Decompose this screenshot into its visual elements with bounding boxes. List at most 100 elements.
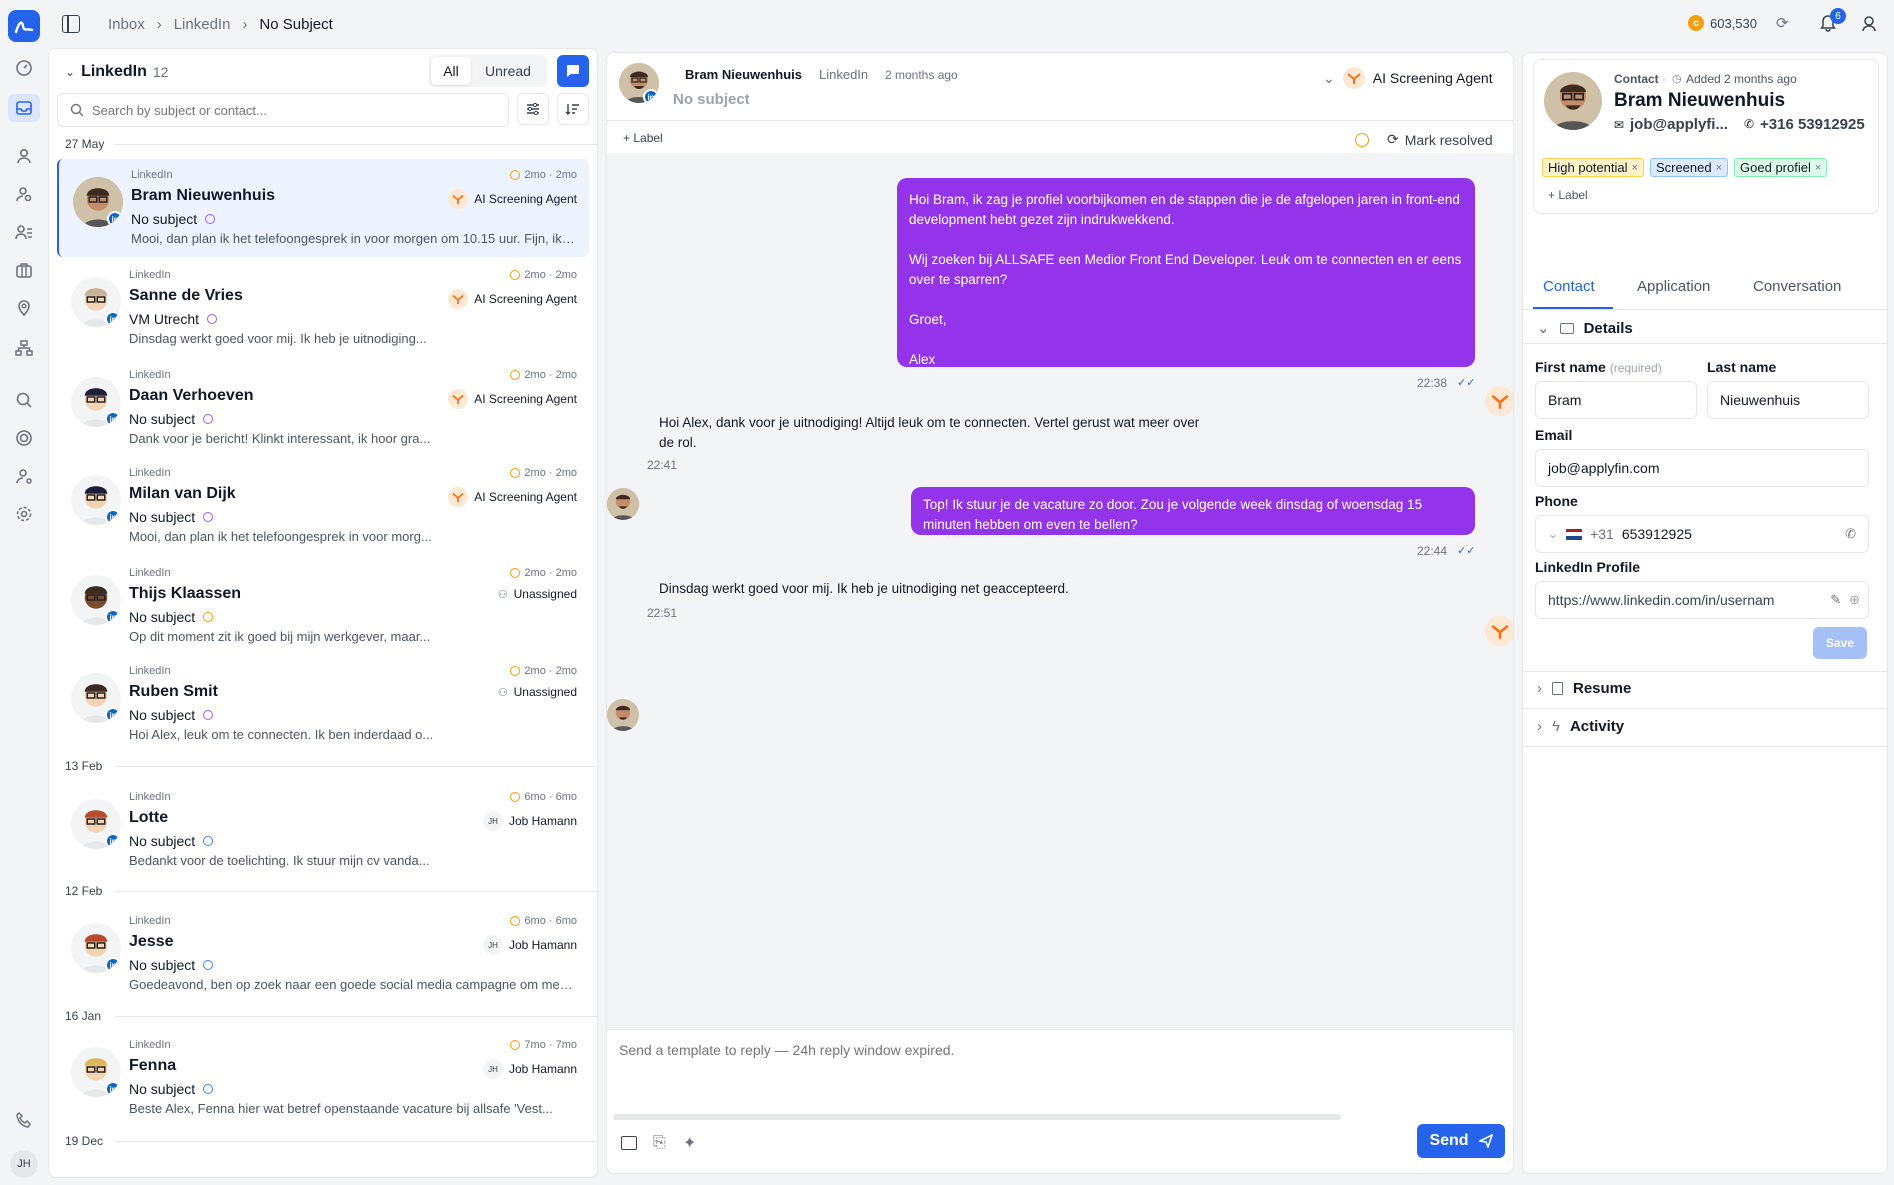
agent-selector[interactable]: ⌄ AI Screening Agent <box>1323 67 1493 89</box>
top-bar: Inbox › LinkedIn › No Subject c 603,530 … <box>48 0 1894 48</box>
contact-tag[interactable]: Goed profiel × <box>1734 158 1828 177</box>
contact-icon[interactable] <box>12 144 36 168</box>
chevron-down-icon[interactable]: ⌄ <box>65 65 75 79</box>
phone-icon[interactable] <box>12 1108 36 1132</box>
list-title: LinkedIn <box>81 63 147 80</box>
send-button[interactable]: Send <box>1417 1124 1505 1158</box>
divider <box>1523 746 1887 747</box>
contact-phone-short[interactable]: +316 53912925 <box>1760 116 1865 133</box>
briefcase-icon[interactable] <box>12 258 36 282</box>
details-title: Details <box>1583 319 1633 337</box>
chevron-down-icon[interactable]: ⌄ <box>1548 527 1558 541</box>
call-icon[interactable]: ✆ <box>1845 526 1856 542</box>
add-label-button[interactable]: + Label <box>623 131 663 145</box>
resume-section-header[interactable]: › Resume <box>1537 680 1631 697</box>
linkedin-icon: in <box>105 509 121 525</box>
conversation-item[interactable]: in LinkedIn Fenna No subject Beste Alex,… <box>57 1029 589 1127</box>
attachment-icon[interactable]: ⎘ <box>653 1134 666 1152</box>
last-name-field[interactable]: Nieuwenhuis <box>1707 381 1869 419</box>
conversation-subject-text: No subject <box>129 411 196 427</box>
conversation-item[interactable]: in LinkedIn Jesse No subject Goedeavond,… <box>57 905 589 1003</box>
tab-contact[interactable]: Contact <box>1543 278 1595 295</box>
app-logo[interactable] <box>8 10 40 42</box>
save-button[interactable]: Save <box>1813 627 1867 659</box>
email-field[interactable]: job@applyfin.com <box>1535 449 1869 487</box>
mark-resolved-button[interactable]: ⟳ Mark resolved <box>1387 131 1493 148</box>
filter-unread-tab[interactable]: Unread <box>471 63 545 79</box>
reply-input[interactable] <box>619 1042 1499 1102</box>
user-settings-icon[interactable] <box>12 464 36 488</box>
notification-badge: 6 <box>1830 8 1846 24</box>
filter-settings-button[interactable] <box>517 93 549 125</box>
tag-row: High potential × Screened × Goed profiel × <box>1542 158 1828 177</box>
edit-icon[interactable]: ✎ <box>1830 592 1841 608</box>
tab-conversation[interactable]: Conversation <box>1753 278 1841 295</box>
contact-tag[interactable]: High potential × <box>1542 158 1644 177</box>
divider <box>1523 708 1887 709</box>
conversation-item[interactable]: in LinkedIn Milan van Dijk No subject Mo… <box>57 457 589 555</box>
sort-button[interactable] <box>557 93 589 125</box>
first-name-field[interactable]: Bram <box>1535 381 1697 419</box>
conversation-time: 2mo · 2mo <box>510 169 577 181</box>
agent-name: AI Screening Agent <box>1372 70 1493 86</box>
globe-icon[interactable]: ⊕ <box>1849 592 1860 608</box>
assignee-name: Unassigned <box>513 587 577 601</box>
tab-application[interactable]: Application <box>1637 278 1710 295</box>
details-section-header[interactable]: ⌄ Details <box>1537 319 1633 338</box>
support-agent-icon[interactable] <box>1860 14 1878 35</box>
org-chart-icon[interactable] <box>12 336 36 360</box>
user-avatar[interactable]: JH <box>10 1150 38 1178</box>
bell-icon[interactable]: 6 <box>1818 8 1846 35</box>
contact-email-short[interactable]: job@applyfi... <box>1630 116 1728 133</box>
conversation-item[interactable]: in LinkedIn Thijs Klaassen No subject Op… <box>57 557 589 655</box>
message-time: 22:41 <box>647 458 678 472</box>
conversation-subject: No subject <box>129 411 214 427</box>
filter-all-tab[interactable]: All <box>431 57 471 85</box>
breadcrumb-linkedin[interactable]: LinkedIn <box>174 16 231 33</box>
contact-tag[interactable]: Screened × <box>1649 158 1729 177</box>
refresh-icon[interactable]: ⟳ <box>1776 14 1789 32</box>
close-icon[interactable]: × <box>1632 162 1638 174</box>
candidates-icon[interactable] <box>12 182 36 206</box>
inbox-icon[interactable] <box>8 94 40 122</box>
location-icon[interactable] <box>12 296 36 320</box>
search-input[interactable] <box>92 102 492 118</box>
composer-scrollbar[interactable] <box>613 1114 1341 1120</box>
template-icon[interactable] <box>621 1136 637 1150</box>
clock-icon <box>510 370 521 380</box>
dashboard-icon[interactable] <box>12 56 36 80</box>
conversation-time-text: 2mo · 2mo <box>524 369 577 381</box>
conversation-item[interactable]: in LinkedIn Lotte No subject Bedankt voo… <box>57 781 589 879</box>
close-icon[interactable]: × <box>1716 162 1722 174</box>
last-name-label: Last name <box>1707 359 1777 375</box>
conversation-subject-text: No subject <box>129 609 196 625</box>
target-icon[interactable] <box>12 426 36 450</box>
conversation-item[interactable]: in LinkedIn Bram Nieuwenhuis No subject … <box>57 159 589 257</box>
conversation-item[interactable]: in LinkedIn Ruben Smit No subject Hoi Al… <box>57 655 589 753</box>
search-box[interactable] <box>57 93 509 127</box>
flag-nl-icon <box>1566 528 1583 540</box>
breadcrumb-inbox[interactable]: Inbox <box>108 16 145 33</box>
add-label-button[interactable]: + Label <box>1548 188 1588 202</box>
linkedin-icon: in <box>105 707 121 723</box>
phone-field[interactable]: ⌄ +31 653912925 ✆ <box>1535 515 1869 553</box>
read-check-icon: ✓✓ <box>1457 377 1476 389</box>
activity-section-header[interactable]: › ϟ Activity <box>1537 718 1624 735</box>
search-icon[interactable] <box>12 388 36 412</box>
sort-icon <box>565 104 579 115</box>
conversation-item[interactable]: in LinkedIn Sanne de Vries VM Utrecht Di… <box>57 259 589 357</box>
linkedin-field[interactable]: https://www.linkedin.com/in/usernam ✎ ⊕ <box>1535 581 1869 619</box>
conversation-assignee: AI Screening Agent <box>448 189 577 209</box>
gear-icon[interactable] <box>12 502 36 526</box>
required-hint: (required) <box>1609 361 1662 375</box>
chat-contact-name[interactable]: Bram Nieuwenhuis <box>685 67 802 82</box>
resume-title: Resume <box>1573 680 1632 697</box>
status-icon[interactable] <box>1355 133 1369 147</box>
people-list-icon[interactable] <box>12 220 36 244</box>
sparkle-icon[interactable]: ✦ <box>683 1133 696 1153</box>
close-icon[interactable]: × <box>1815 162 1821 174</box>
sidebar-toggle-icon[interactable] <box>62 15 80 33</box>
new-message-button[interactable] <box>557 55 589 87</box>
conversation-item[interactable]: in LinkedIn Daan Verhoeven No subject Da… <box>57 359 589 457</box>
conversation-preview: Mooi, dan plan ik het telefoongesprek in… <box>131 231 576 246</box>
